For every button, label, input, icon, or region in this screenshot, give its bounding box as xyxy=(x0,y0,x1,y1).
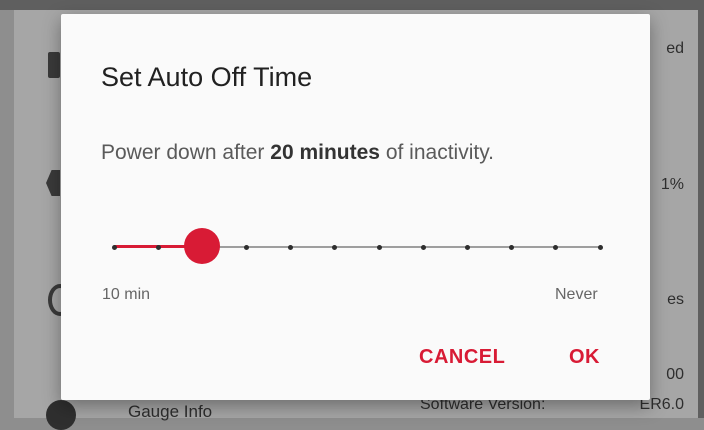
device-frame-right xyxy=(698,0,704,418)
background-right-value: ed xyxy=(666,40,684,57)
slider-tick xyxy=(597,245,603,250)
slider-tick xyxy=(509,245,515,250)
auto-off-dialog: Set Auto Off Time Power down after 20 mi… xyxy=(61,14,650,400)
background-right-value: es xyxy=(667,291,684,308)
slider-tick xyxy=(553,245,559,250)
slider-thumb[interactable] xyxy=(184,228,221,264)
background-info-icon xyxy=(46,400,76,430)
slider-tick xyxy=(111,245,117,250)
message-value: 20 minutes xyxy=(270,141,380,164)
dialog-title: Set Auto Off Time xyxy=(101,62,313,92)
slider-tick xyxy=(332,245,338,250)
slider-tick xyxy=(288,245,294,250)
ok-button[interactable]: OK xyxy=(569,346,600,369)
background-right-value: 1% xyxy=(660,176,684,193)
slider-tick xyxy=(376,245,382,250)
slider-min-label: 10 min xyxy=(102,286,151,303)
slider-tick xyxy=(155,245,161,250)
slider-tick xyxy=(420,245,426,250)
message-prefix: Power down after xyxy=(101,141,271,164)
background-device-icon xyxy=(48,52,60,78)
slider-tick xyxy=(244,245,250,250)
cancel-button[interactable]: CANCEL xyxy=(419,346,505,369)
device-frame-top xyxy=(0,0,704,10)
slider-max-label: Never xyxy=(555,286,598,303)
background-right-value: 00 xyxy=(666,366,684,383)
background-item-label: Gauge Info xyxy=(128,402,213,421)
message-suffix: of inactivity. xyxy=(379,141,494,164)
dialog-message: Power down after 20 minutes of inactivit… xyxy=(101,141,494,165)
slider-tick xyxy=(464,245,470,250)
